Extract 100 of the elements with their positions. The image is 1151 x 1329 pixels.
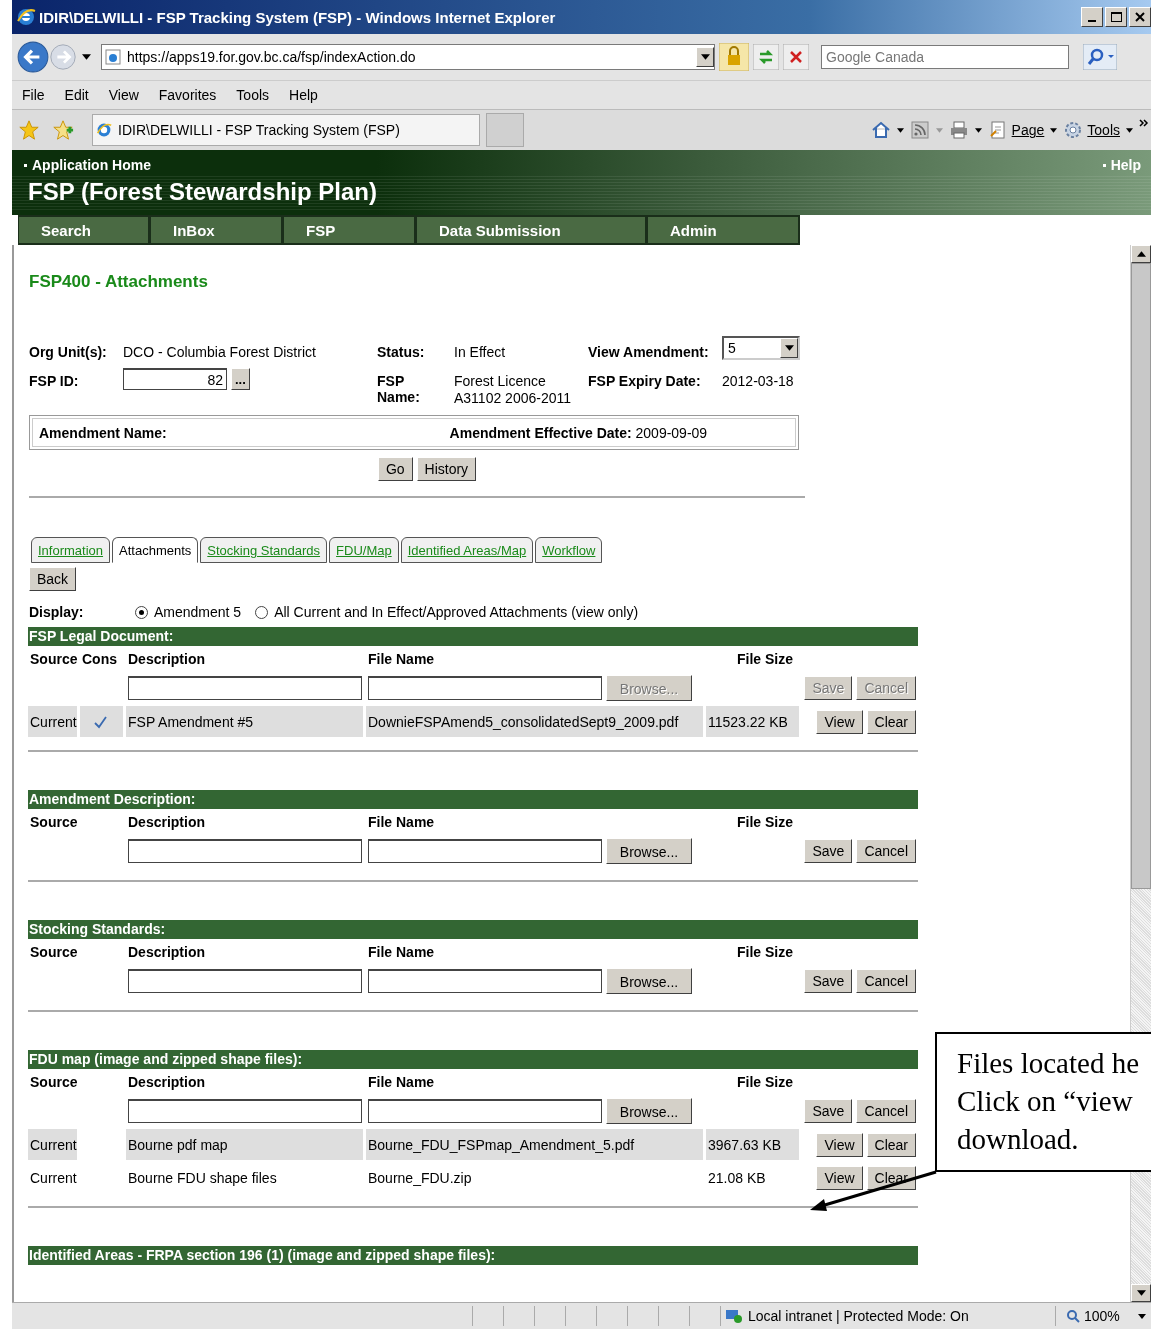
column-header: Source [29,650,79,669]
page-menu[interactable]: Page [987,120,1045,140]
file-field[interactable] [368,676,602,700]
maximize-button[interactable] [1105,7,1127,27]
nav-tab[interactable]: FSP [283,215,416,245]
zoom-level[interactable]: 100% [1066,1308,1146,1324]
nav-tab[interactable]: Admin [647,215,800,245]
tab[interactable]: Stocking Standards [200,537,328,563]
menu-item[interactable]: View [108,87,139,103]
back-button[interactable] [16,40,50,74]
column-header: File Name [367,813,436,832]
gear-icon [1063,120,1084,140]
clear-button[interactable]: Clear [866,1132,916,1157]
caret-icon[interactable] [974,127,982,133]
field-label: Status: [377,344,426,361]
tab[interactable]: Information [31,537,111,563]
action-button[interactable]: Go [377,457,413,481]
section-header: Amendment Description: [28,790,918,809]
menu-item[interactable]: Edit [64,87,89,103]
id-field[interactable]: 82 [123,368,227,390]
display-label: Display: [29,604,85,620]
column-header: File Size [736,650,795,669]
stop-icon[interactable] [783,44,809,70]
browse-button[interactable]: Browse... [606,1098,692,1124]
refresh-icon[interactable] [753,44,779,70]
field-label: Org Unit(s): [29,344,108,361]
table-cell: Current [28,706,77,737]
menu-item[interactable]: Help [289,87,318,103]
minimize-button[interactable] [1081,7,1103,27]
caret-icon[interactable] [700,54,710,60]
scroll-up-icon[interactable] [1136,251,1146,257]
home-icon[interactable] [870,120,891,140]
caret-icon[interactable] [1137,1313,1146,1319]
back-button[interactable]: Back [29,567,77,591]
file-field[interactable] [368,969,602,993]
lookup-button[interactable]: ... [231,368,250,390]
close-icon[interactable] [1135,12,1145,22]
search-field[interactable]: Google Canada [821,45,1069,69]
field-value: In Effect [454,344,506,361]
menu-item[interactable]: Favorites [158,87,217,103]
column-header: Description [127,650,206,669]
bullet-icon [1102,163,1106,167]
file-field[interactable] [368,839,602,863]
cancel-button[interactable]: Cancel [856,839,916,863]
cancel-button[interactable]: Cancel [856,1099,916,1123]
clear-button[interactable]: Clear [866,709,916,734]
view-button[interactable]: View [816,709,863,734]
browse-button[interactable]: Browse... [606,838,692,864]
tab[interactable]: Identified Areas/Map [400,537,534,563]
search-icon[interactable] [1083,44,1117,70]
close-button[interactable] [1129,7,1151,27]
section-header: Identified Areas - FRPA section 196 (1) (image and zipped shape files): [28,1246,918,1265]
radio-option[interactable]: All Current and In Effect/Approved Attachments (view only) [255,604,639,620]
zoom-icon[interactable] [1066,1309,1080,1323]
table-cell: Bourne_FDU_FSPmap_Amendment_5.pdf [366,1129,703,1160]
description-field[interactable] [128,1099,362,1123]
nav-tab[interactable]: Data Submission [416,215,647,245]
lock-icon[interactable] [719,43,749,71]
browser-tab[interactable]: IDIR\DELWILLI - FSP Tracking System (FSP) [92,114,480,146]
action-button[interactable]: History [416,457,477,481]
description-field[interactable] [128,839,362,863]
field-label: FSP Name: [377,373,421,407]
address-field[interactable]: https://apps19.for.gov.bc.ca/fsp/indexAction.do [101,44,715,70]
radio-option[interactable]: Amendment 5 [135,604,242,620]
view-button[interactable]: View [816,1165,863,1190]
description-field[interactable] [128,676,362,700]
tab[interactable]: FDU/Map [329,537,399,563]
scroll-down-icon[interactable] [1136,1290,1146,1296]
view-button[interactable]: View [816,1132,863,1157]
security-zone: Local intranet | Protected Mode: On [720,1306,1056,1326]
save-button[interactable]: Save [804,969,853,993]
chevron-icon[interactable] [1139,119,1149,127]
caret-icon[interactable] [82,54,91,60]
tools-menu[interactable]: Tools [1063,120,1120,140]
save-button[interactable]: Save [804,839,853,863]
caret-icon[interactable] [896,127,904,133]
tab[interactable]: Attachments [112,537,199,563]
amendment-select[interactable]: 5 [722,336,800,360]
browse-button[interactable]: Browse... [606,968,692,994]
nav-tab[interactable]: Search [18,215,150,245]
save-button[interactable]: Save [804,1099,853,1123]
add-favorite-icon[interactable] [52,119,74,141]
browser-logo-icon [16,7,36,27]
menu-item[interactable]: Tools [236,87,270,103]
column-header: File Name [367,1073,436,1092]
star-icon[interactable] [18,119,40,141]
cancel-button[interactable]: Cancel [856,969,916,993]
home-link[interactable]: Application Home [32,157,151,173]
column-header: Description [127,943,206,962]
description-field[interactable] [128,969,362,993]
caret-icon[interactable] [1050,127,1058,133]
caret-icon[interactable] [784,345,794,351]
column-header: File Name [367,650,436,669]
printer-icon[interactable] [948,120,969,140]
file-field[interactable] [368,1099,602,1123]
feed-icon[interactable] [909,120,930,140]
nav-tab[interactable]: InBox [150,215,283,245]
caret-icon[interactable] [1126,127,1133,133]
menu-item[interactable]: File [22,87,45,103]
tab[interactable]: Workflow [535,537,603,563]
